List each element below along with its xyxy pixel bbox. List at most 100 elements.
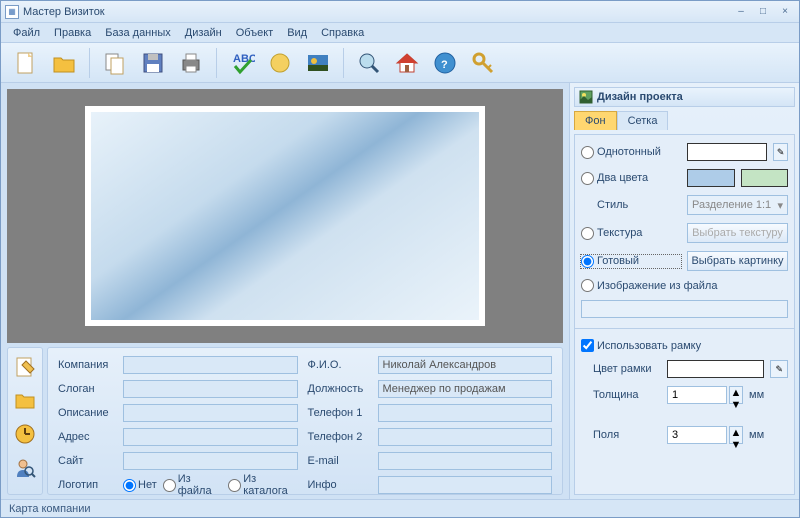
open-button[interactable] bbox=[47, 46, 81, 80]
thickness-unit: мм bbox=[749, 389, 764, 401]
info-label: Инфо bbox=[308, 479, 368, 491]
copy-button[interactable] bbox=[98, 46, 132, 80]
texture-button[interactable]: Выбрать текстуру bbox=[687, 223, 788, 243]
thickness-spinner[interactable]: ▲▼ bbox=[667, 386, 743, 404]
edit-tool-icon[interactable] bbox=[11, 352, 39, 380]
save-button[interactable] bbox=[136, 46, 170, 80]
svg-text:ABC: ABC bbox=[233, 53, 255, 65]
fromfile-option[interactable]: Изображение из файла bbox=[581, 279, 788, 292]
frame-color-picker-icon[interactable]: ✎ bbox=[770, 360, 788, 378]
tab-background[interactable]: Фон bbox=[574, 111, 617, 130]
style-label: Стиль bbox=[581, 199, 681, 211]
add-image-button[interactable] bbox=[301, 46, 335, 80]
site-label: Сайт bbox=[58, 455, 113, 467]
color2-swatch[interactable] bbox=[741, 169, 789, 187]
window-title: Мастер Визиток bbox=[23, 6, 729, 18]
solid-radio[interactable] bbox=[581, 146, 594, 159]
style-select[interactable]: Разделение 1:1▾ bbox=[687, 195, 788, 215]
frame-color-label: Цвет рамки bbox=[581, 363, 661, 375]
side-tools bbox=[7, 347, 43, 495]
margin-label: Поля bbox=[581, 429, 661, 441]
user-search-tool-icon[interactable] bbox=[11, 454, 39, 482]
thickness-spin-buttons[interactable]: ▲▼ bbox=[729, 386, 743, 404]
left-panel: Компания Ф.И.О. Слоган Должность Описани… bbox=[1, 83, 569, 499]
margin-input[interactable] bbox=[667, 426, 727, 444]
thickness-label: Толщина bbox=[581, 389, 661, 401]
help-button[interactable]: ? bbox=[428, 46, 462, 80]
canvas-area[interactable] bbox=[7, 89, 563, 343]
app-window: ▦ Мастер Визиток – □ × Файл Правка База … bbox=[0, 0, 800, 518]
svg-text:?: ? bbox=[441, 59, 448, 71]
use-frame-option[interactable]: Использовать рамку bbox=[581, 339, 788, 352]
fio-input[interactable] bbox=[378, 356, 553, 374]
company-input[interactable] bbox=[123, 356, 298, 374]
menu-view[interactable]: Вид bbox=[281, 25, 313, 41]
twocolor-option[interactable]: Два цвета bbox=[581, 172, 681, 185]
separator bbox=[216, 48, 217, 78]
use-frame-checkbox[interactable] bbox=[581, 339, 594, 352]
fromfile-path-input[interactable] bbox=[581, 300, 788, 318]
clock-tool-icon[interactable] bbox=[11, 420, 39, 448]
menu-object[interactable]: Объект bbox=[230, 25, 279, 41]
address-label: Адрес bbox=[58, 431, 113, 443]
email-input[interactable] bbox=[378, 452, 553, 470]
solid-color-swatch[interactable] bbox=[687, 143, 767, 161]
spellcheck-button[interactable]: ABC bbox=[225, 46, 259, 80]
logo-file-radio[interactable] bbox=[163, 479, 176, 492]
phone2-input[interactable] bbox=[378, 428, 553, 446]
menu-help[interactable]: Справка bbox=[315, 25, 370, 41]
phone1-label: Телефон 1 bbox=[308, 407, 368, 419]
preset-radio[interactable] bbox=[581, 255, 594, 268]
menu-design[interactable]: Дизайн bbox=[179, 25, 228, 41]
phone1-input[interactable] bbox=[378, 404, 553, 422]
address-input[interactable] bbox=[123, 428, 298, 446]
frame-color-swatch[interactable] bbox=[667, 360, 764, 378]
solid-option[interactable]: Однотонный bbox=[581, 146, 681, 159]
menu-edit[interactable]: Правка bbox=[48, 25, 97, 41]
texture-option[interactable]: Текстура bbox=[581, 227, 681, 240]
logo-file-option[interactable]: Из файла bbox=[163, 473, 222, 497]
twocolor-radio[interactable] bbox=[581, 172, 594, 185]
folder-tool-icon[interactable] bbox=[11, 386, 39, 414]
info-input[interactable] bbox=[378, 476, 553, 494]
new-button[interactable] bbox=[9, 46, 43, 80]
statusbar: Карта компании bbox=[1, 499, 799, 517]
toolbar: ABC ? bbox=[1, 43, 799, 83]
solid-color-picker-icon[interactable]: ✎ bbox=[773, 143, 788, 161]
card-preview[interactable] bbox=[85, 106, 485, 326]
company-label: Компания bbox=[58, 359, 113, 371]
margin-spinner[interactable]: ▲▼ bbox=[667, 426, 743, 444]
tab-grid[interactable]: Сетка bbox=[617, 111, 669, 130]
menu-file[interactable]: Файл bbox=[7, 25, 46, 41]
logo-options: Нет Из файла Из каталога bbox=[123, 473, 298, 497]
home-button[interactable] bbox=[390, 46, 424, 80]
desc-input[interactable] bbox=[123, 404, 298, 422]
fromfile-radio[interactable] bbox=[581, 279, 594, 292]
logo-catalog-radio[interactable] bbox=[228, 479, 241, 492]
key-button[interactable] bbox=[466, 46, 500, 80]
thickness-input[interactable] bbox=[667, 386, 727, 404]
close-button[interactable]: × bbox=[775, 5, 795, 19]
logo-catalog-option[interactable]: Из каталога bbox=[228, 473, 297, 497]
app-icon: ▦ bbox=[5, 5, 19, 19]
preset-button[interactable]: Выбрать картинку bbox=[687, 251, 788, 271]
preset-option[interactable]: Готовый bbox=[581, 255, 681, 268]
logo-none-radio[interactable] bbox=[123, 479, 136, 492]
slogan-input[interactable] bbox=[123, 380, 298, 398]
zoom-button[interactable] bbox=[352, 46, 386, 80]
add-shape-button[interactable] bbox=[263, 46, 297, 80]
minimize-button[interactable]: – bbox=[731, 5, 751, 19]
card-background bbox=[91, 112, 479, 320]
right-panel: Дизайн проекта Фон Сетка Однотонный ✎ Дв… bbox=[569, 83, 799, 499]
divider bbox=[575, 328, 794, 329]
site-input[interactable] bbox=[123, 452, 298, 470]
menu-database[interactable]: База данных bbox=[99, 25, 177, 41]
color1-swatch[interactable] bbox=[687, 169, 735, 187]
texture-radio[interactable] bbox=[581, 227, 594, 240]
print-button[interactable] bbox=[174, 46, 208, 80]
position-input[interactable] bbox=[378, 380, 553, 398]
picture-icon bbox=[579, 90, 593, 104]
margin-spin-buttons[interactable]: ▲▼ bbox=[729, 426, 743, 444]
maximize-button[interactable]: □ bbox=[753, 5, 773, 19]
logo-none-option[interactable]: Нет bbox=[123, 479, 157, 492]
